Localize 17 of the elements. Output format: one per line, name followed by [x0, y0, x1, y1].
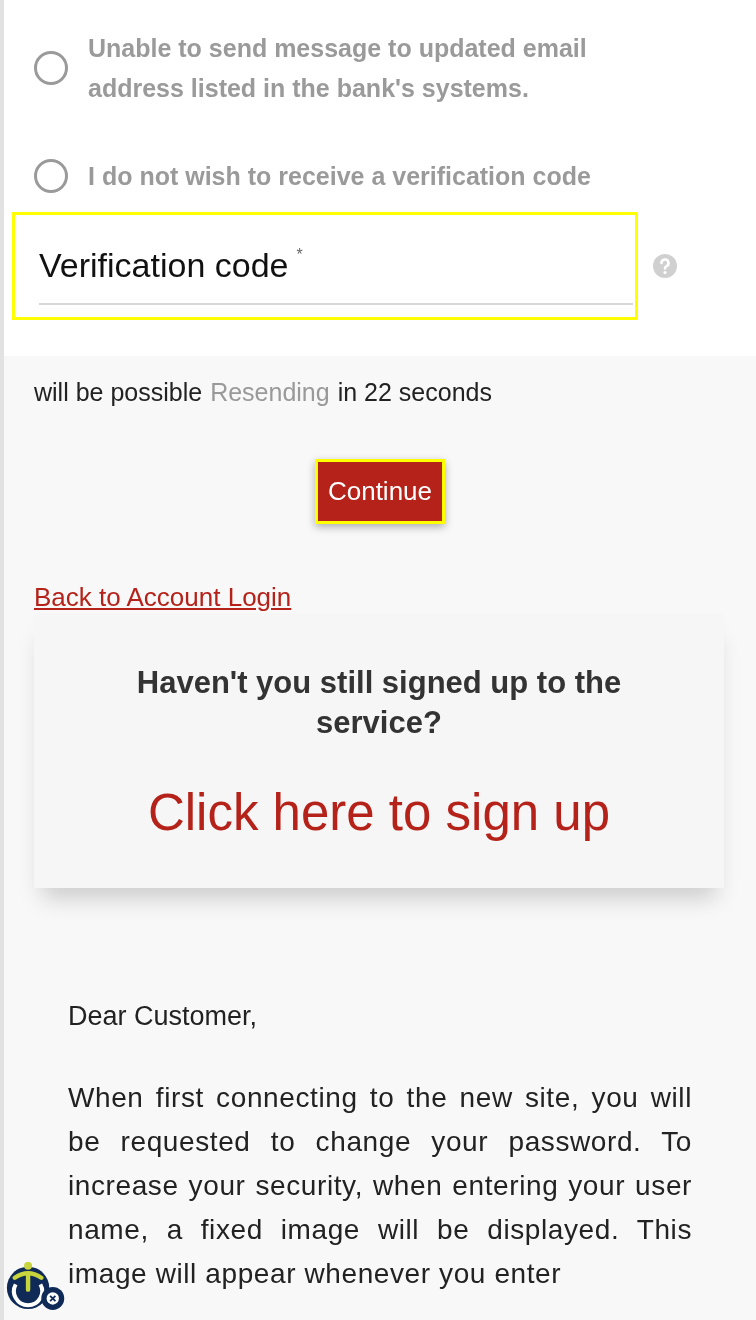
- accessibility-icon[interactable]: [6, 1262, 66, 1312]
- message-paragraph: When first connecting to the new site, you will be requested to change your password. To increase your security, when entering your user name, a fixed image will be displayed. This image will appear whenever you enter: [68, 1081, 692, 1291]
- radio-button[interactable]: [34, 159, 68, 193]
- continue-button[interactable]: Continue: [314, 459, 446, 524]
- radio-button[interactable]: [34, 51, 68, 85]
- signup-link[interactable]: Click here to sign up: [147, 783, 611, 842]
- verification-code-field[interactable]: Verification code *: [12, 212, 638, 320]
- option-label: Unable to send message to updated email address listed in the bank's systems.: [88, 33, 588, 104]
- required-mark: *: [296, 246, 303, 264]
- field-label: Verification code: [39, 246, 289, 285]
- resend-text: in 22 seconds: [337, 378, 492, 407]
- help-icon[interactable]: [652, 253, 678, 279]
- back-link[interactable]: Back to Account Login: [34, 582, 292, 613]
- signup-heading: Haven't you still signed up to the service?: [135, 664, 623, 742]
- greeting-text: Dear Customer,: [68, 1001, 259, 1032]
- option-label: I do not wish to receive a verification code: [88, 161, 591, 192]
- resend-text: will be possible: [34, 378, 203, 407]
